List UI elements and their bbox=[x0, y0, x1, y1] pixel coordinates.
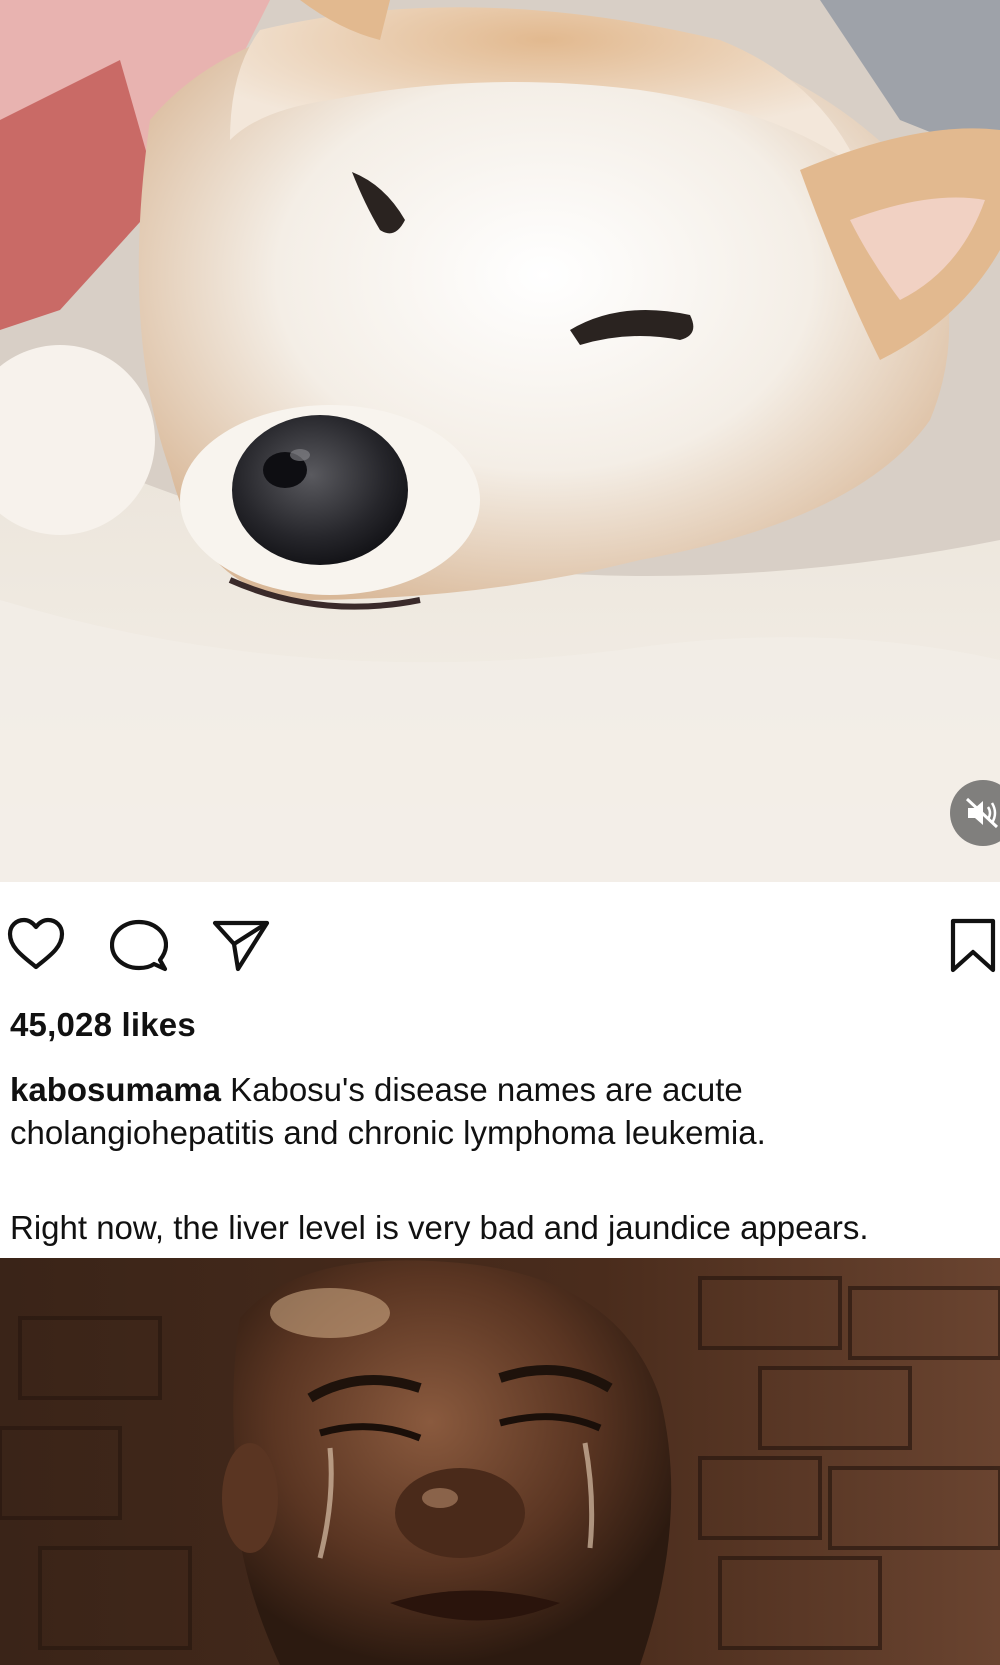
reaction-image bbox=[0, 1258, 1000, 1665]
comment-button[interactable] bbox=[109, 919, 169, 980]
heart-outline-icon bbox=[7, 917, 65, 970]
post-caption: kabosumama Kabosu's disease names are ac… bbox=[10, 1068, 995, 1249]
caption-paragraph-2: Right now, the liver level is very bad a… bbox=[10, 1209, 869, 1246]
crying-man-photo bbox=[0, 1258, 1000, 1665]
caption-username[interactable]: kabosumama bbox=[10, 1071, 221, 1108]
dog-photo bbox=[0, 0, 1000, 882]
post-action-bar bbox=[0, 882, 1000, 1002]
speech-bubble-icon bbox=[109, 919, 169, 972]
save-button[interactable] bbox=[950, 918, 996, 979]
share-button[interactable] bbox=[212, 920, 270, 977]
like-button[interactable] bbox=[6, 917, 66, 976]
caption-paragraph: kabosumama Kabosu's disease names are ac… bbox=[10, 1068, 995, 1154]
post-image[interactable] bbox=[0, 0, 1000, 882]
speaker-muted-icon bbox=[965, 797, 999, 829]
bookmark-outline-icon bbox=[950, 918, 996, 973]
likes-count[interactable]: 45,028 likes bbox=[10, 1006, 196, 1044]
paper-plane-icon bbox=[212, 920, 270, 972]
